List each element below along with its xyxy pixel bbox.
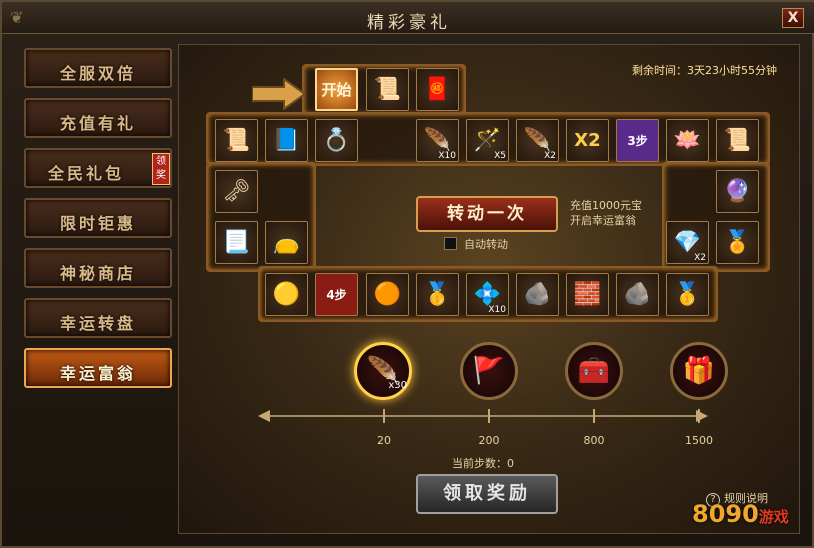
chest-reward-icon[interactable]: 🧰 (565, 342, 623, 400)
claim-reward-button[interactable]: 领取奖励 (416, 474, 558, 514)
recharge-note-line-1: 充值1000元宝 (570, 199, 642, 212)
sidebar-item-label: 充值有礼 (59, 114, 136, 133)
sidebar-item-recharge[interactable]: 充值有礼 (24, 98, 172, 138)
purple-orb-icon: 🔮 (716, 170, 759, 213)
cell-glyph: 💠 (473, 282, 502, 307)
sidebar-item-label: 限时钜惠 (59, 214, 136, 233)
sidebar-item-label: 全服双倍 (59, 64, 136, 83)
reward-count: x30 (388, 380, 407, 391)
auto-spin-label: 自动转动 (464, 238, 508, 251)
progress-track (258, 409, 708, 423)
remaining-time: 剩余时间：3天23小时55分钟 (632, 64, 777, 77)
sidebar-item-double[interactable]: 全服双倍 (24, 48, 172, 88)
pouch-icon: 👝 (265, 221, 308, 264)
sidebar-item-label: 幸运富翁 (59, 364, 136, 383)
milestone-label: 20 (377, 434, 391, 447)
blue-book-icon: 📘 (265, 119, 308, 162)
sidebar-item-lucky-rich[interactable]: 幸运富翁 (24, 348, 172, 388)
sidebar-item-mystery-shop[interactable]: 神秘商店 (24, 248, 172, 288)
sidebar-item-lucky-wheel[interactable]: 幸运转盘 (24, 298, 172, 338)
lotus-icon: 🪷 (666, 119, 709, 162)
feather-icon: 🪶 X10 (416, 119, 459, 162)
gold-orb-icon: 🟡 (265, 273, 308, 316)
close-button[interactable]: X (782, 8, 804, 28)
flag-reward-icon[interactable]: 🚩 (460, 342, 518, 400)
ore-icon: 🧱 (566, 273, 609, 316)
recharge-note-line-2: 开启幸运富翁 (570, 214, 636, 227)
amber-pearl-icon: 🟠 (366, 273, 409, 316)
gold-ingot-icon: 🥇 (416, 273, 459, 316)
item-count: X2 (694, 253, 706, 263)
silver-scroll-icon: 📜 (716, 119, 759, 162)
title-bar: ❦ 精彩豪礼 X (2, 2, 814, 34)
item-count: X10 (488, 305, 506, 315)
recharge-note: 充值1000元宝 开启幸运富翁 (570, 198, 660, 228)
start-arrow-icon (252, 78, 306, 110)
window-title: 精彩豪礼 (367, 13, 451, 33)
scroll-icon: 📜 (366, 68, 409, 111)
gold-ingot-icon: 🥇 (666, 273, 709, 316)
purple-chest-reward-icon[interactable]: 🎁 (670, 342, 728, 400)
milestone-label: 200 (478, 434, 500, 447)
dark-crystal-icon: 🪨 (516, 273, 559, 316)
back-3-steps-icon: 3步 (616, 119, 659, 162)
gold-medal-icon: 🏅 (716, 221, 759, 264)
stone-icon: 🪨 (616, 273, 659, 316)
sidebar-item-gift-pack[interactable]: 全民礼包 领奖 (24, 148, 172, 188)
gold-scroll-icon: 📜 (215, 119, 258, 162)
current-steps: 当前步数：0 (452, 457, 514, 470)
feather-icon: 🪶 X2 (516, 119, 559, 162)
start-cell: 开始 (315, 68, 358, 111)
sidebar-item-label: 幸运转盘 (59, 314, 136, 333)
jade-ring-icon: 💍 (315, 119, 358, 162)
auto-spin-checkbox[interactable] (444, 237, 457, 250)
gold-key-icon: 🗝 (215, 170, 258, 213)
cyan-crystal-icon: 💠 X10 (466, 273, 509, 316)
milestone-label: 800 (583, 434, 605, 447)
spin-once-button[interactable]: 转动一次 (416, 196, 558, 232)
red-scroll-icon: 🧧 (416, 68, 459, 111)
sidebar-item-limited-deal[interactable]: 限时钜惠 (24, 198, 172, 238)
milestone-label: 1500 (685, 434, 713, 447)
site-logo: 8090游戏 (692, 500, 789, 528)
double-icon: X2 (566, 119, 609, 162)
cell-glyph: 🪶 (523, 128, 552, 153)
cloth-scroll-icon: 📃 (215, 221, 258, 264)
back-4-steps-icon: 4步 (315, 273, 358, 316)
logo-main: 8090 (692, 500, 759, 528)
sidebar: 全服双倍 充值有礼 全民礼包 领奖 限时钜惠 神秘商店 幸运转盘 幸运富翁 (24, 44, 176, 534)
cell-glyph: 💎 (673, 230, 702, 255)
window-frame: ❦ 精彩豪礼 X 全服双倍 充值有礼 全民礼包 领奖 限时钜惠 神秘商店 幸运转… (0, 0, 814, 548)
item-count: X10 (438, 151, 456, 161)
cell-glyph: 🪄 (473, 128, 502, 153)
claim-badge: 领奖 (152, 153, 170, 185)
sidebar-item-label: 神秘商店 (59, 264, 136, 283)
cell-glyph: 🪶 (423, 128, 452, 153)
sidebar-item-label: 全民礼包 (47, 164, 124, 183)
item-count: X5 (494, 151, 506, 161)
logo-sub: 游戏 (758, 508, 789, 526)
feather-reward-icon[interactable]: 🪶 x30 (354, 342, 412, 400)
red-crystal-icon: 💎 X2 (666, 221, 709, 264)
item-count: X2 (544, 151, 556, 161)
blue-wand-icon: 🪄 X5 (466, 119, 509, 162)
